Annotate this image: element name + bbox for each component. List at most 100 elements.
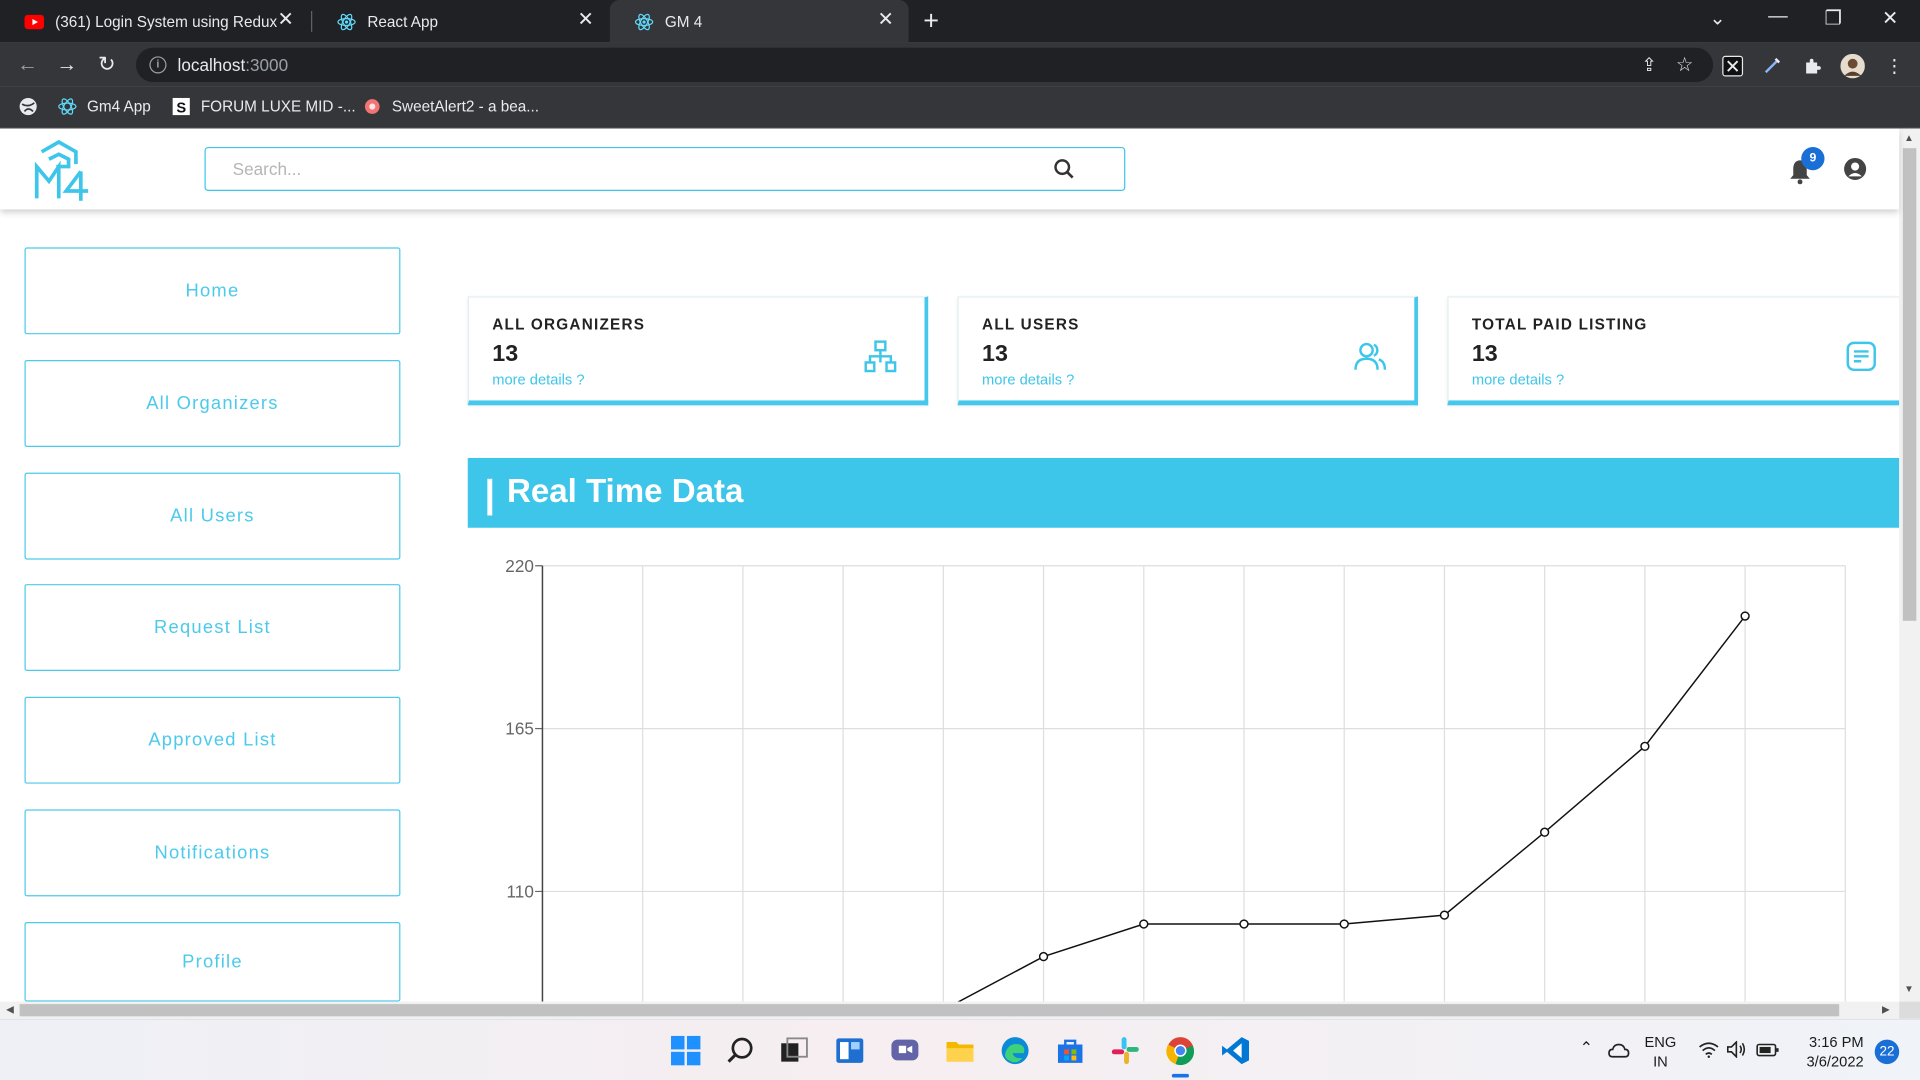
- sidebar-item-home[interactable]: Home: [24, 247, 401, 335]
- tab-react-app[interactable]: React App ✕: [312, 0, 608, 43]
- minimize-button[interactable]: —: [1768, 6, 1788, 28]
- sidebar-item-approved-list[interactable]: Approved List: [24, 696, 401, 784]
- card-all-users: ALL USERS 13 more details ?: [957, 296, 1418, 406]
- file-explorer-icon[interactable]: [944, 1035, 976, 1067]
- microsoft-store-icon[interactable]: [1054, 1035, 1086, 1067]
- user-account-icon[interactable]: [1843, 157, 1867, 181]
- language-indicator[interactable]: ENG IN: [1645, 1032, 1677, 1071]
- extension-icon[interactable]: [1720, 54, 1744, 78]
- task-view-icon[interactable]: [779, 1035, 811, 1067]
- close-tab-icon[interactable]: ✕: [277, 10, 293, 31]
- data-point: [1540, 827, 1550, 837]
- edge-browser-icon[interactable]: [999, 1035, 1031, 1067]
- users-icon: [1354, 342, 1387, 370]
- reload-icon[interactable]: ↻: [98, 53, 115, 77]
- bookmark-forum-luxe[interactable]: S FORUM LUXE MID -...: [171, 97, 356, 116]
- card-value: 13: [492, 341, 519, 368]
- tab-youtube[interactable]: (361) Login System using Redux ✕: [0, 0, 309, 43]
- real-time-data-header: Real Time Data: [467, 457, 1900, 528]
- battery-icon[interactable]: [1756, 1041, 1780, 1058]
- more-details-link[interactable]: more details ?: [1472, 371, 1564, 388]
- profile-avatar[interactable]: [1840, 53, 1865, 79]
- card-value: 13: [982, 341, 1008, 368]
- chrome-icon[interactable]: [1164, 1035, 1196, 1067]
- eyedropper-icon[interactable]: [1760, 54, 1784, 78]
- scroll-left-arrow-icon[interactable]: ◀: [6, 1004, 14, 1015]
- vertical-scrollbar[interactable]: ▲ ▼: [1899, 128, 1920, 1002]
- forward-icon[interactable]: →: [56, 53, 77, 77]
- close-tab-icon[interactable]: ✕: [577, 10, 593, 31]
- tab-title: (361) Login System using Redux: [55, 12, 278, 31]
- tab-search-icon[interactable]: ⌄: [1709, 6, 1725, 30]
- search-input[interactable]: [205, 148, 1039, 190]
- data-point: [1640, 741, 1650, 751]
- card-value: 13: [1471, 341, 1498, 368]
- show-hidden-icons-icon[interactable]: ⌃: [1580, 1038, 1593, 1058]
- close-tab-icon[interactable]: ✕: [877, 10, 893, 31]
- sidebar-item-all-organizers[interactable]: All Organizers: [24, 360, 401, 447]
- maximize-button[interactable]: ❐: [1825, 6, 1843, 30]
- bookmark-label: FORUM LUXE MID -...: [200, 97, 356, 116]
- windows-taskbar: ⌃ ENG IN 3:16 PM 3/6/2022 22: [0, 1018, 1920, 1080]
- more-details-link[interactable]: more details ?: [982, 371, 1074, 388]
- y-tick-label: 110: [507, 882, 534, 902]
- site-info-icon[interactable]: i: [149, 56, 167, 74]
- data-point: [1239, 919, 1249, 929]
- data-point: [1740, 611, 1750, 621]
- card-title: ALL ORGANIZERS: [492, 315, 646, 334]
- vscode-icon[interactable]: [1220, 1035, 1252, 1067]
- sidebar-item-request-list[interactable]: Request List: [24, 584, 401, 672]
- react-icon: [58, 98, 77, 115]
- search-icon[interactable]: [725, 1035, 757, 1067]
- teams-chat-icon[interactable]: [889, 1035, 921, 1067]
- section-title: Real Time Data: [506, 472, 744, 510]
- address-bar[interactable]: i localhost:3000 ⇪ ☆: [135, 47, 1714, 83]
- list-icon: [1846, 341, 1876, 372]
- browser-tab-strip: (361) Login System using Redux ✕ React A…: [0, 0, 1920, 43]
- bookmark-sweetalert2[interactable]: SweetAlert2 - a bea...: [362, 97, 539, 117]
- bookmarks-bar: Gm4 App S FORUM LUXE MID -... SweetAlert…: [0, 86, 1920, 129]
- wifi-icon[interactable]: [1698, 1041, 1719, 1058]
- sidebar-item-notifications[interactable]: Notifications: [24, 809, 401, 897]
- scroll-down-arrow-icon[interactable]: ▼: [1904, 983, 1914, 994]
- onedrive-icon[interactable]: [1608, 1041, 1630, 1061]
- line-chart-svg: 220 165 110: [505, 556, 1846, 1002]
- notification-center-badge[interactable]: 22: [1874, 1039, 1900, 1065]
- sidebar-item-all-users[interactable]: All Users: [24, 472, 401, 560]
- windows-start-icon[interactable]: [670, 1035, 702, 1067]
- apps-icon[interactable]: [18, 97, 38, 117]
- new-tab-button[interactable]: +: [923, 7, 939, 34]
- search-icon[interactable]: [1053, 158, 1075, 180]
- forum-logo-icon: S: [172, 97, 190, 116]
- tab-title: React App: [367, 12, 438, 31]
- app-header: [0, 128, 1900, 210]
- scrollbar-corner: [1899, 1001, 1920, 1019]
- vertical-scroll-thumb[interactable]: [1902, 148, 1917, 621]
- active-app-indicator: [1171, 1073, 1189, 1078]
- back-icon[interactable]: ←: [17, 53, 38, 77]
- tab-gm4[interactable]: GM 4 ✕: [609, 0, 909, 43]
- clock[interactable]: 3:16 PM 3/6/2022: [1800, 1032, 1863, 1071]
- share-icon[interactable]: ⇪: [1641, 54, 1656, 76]
- volume-icon[interactable]: [1726, 1040, 1748, 1058]
- search-box: [204, 146, 1126, 192]
- bookmark-star-icon[interactable]: ☆: [1676, 53, 1694, 77]
- y-tick-label: 220: [505, 556, 534, 576]
- browser-menu-icon[interactable]: ⋮: [1882, 54, 1906, 78]
- sidebar-item-profile[interactable]: Profile: [24, 922, 401, 1002]
- browser-toolbar: ← → ↻ i localhost:3000 ⇪ ☆: [0, 42, 1920, 87]
- horizontal-scroll-thumb[interactable]: [19, 1004, 1840, 1017]
- more-details-link[interactable]: more details ?: [492, 371, 584, 388]
- close-window-button[interactable]: ✕: [1882, 6, 1898, 30]
- scroll-up-arrow-icon[interactable]: ▲: [1904, 132, 1914, 143]
- gm4-logo[interactable]: [32, 139, 93, 201]
- react-icon: [337, 12, 357, 32]
- puzzle-extensions-icon[interactable]: [1800, 54, 1824, 78]
- slack-icon[interactable]: [1109, 1035, 1141, 1067]
- horizontal-scrollbar[interactable]: ◀ ▶: [0, 1001, 1900, 1019]
- url-text: localhost:3000: [177, 55, 289, 75]
- scroll-right-arrow-icon[interactable]: ▶: [1882, 1004, 1890, 1015]
- bookmark-gm4-app[interactable]: Gm4 App: [58, 97, 151, 117]
- bookmark-label: Gm4 App: [86, 97, 151, 116]
- widgets-icon[interactable]: [834, 1035, 866, 1067]
